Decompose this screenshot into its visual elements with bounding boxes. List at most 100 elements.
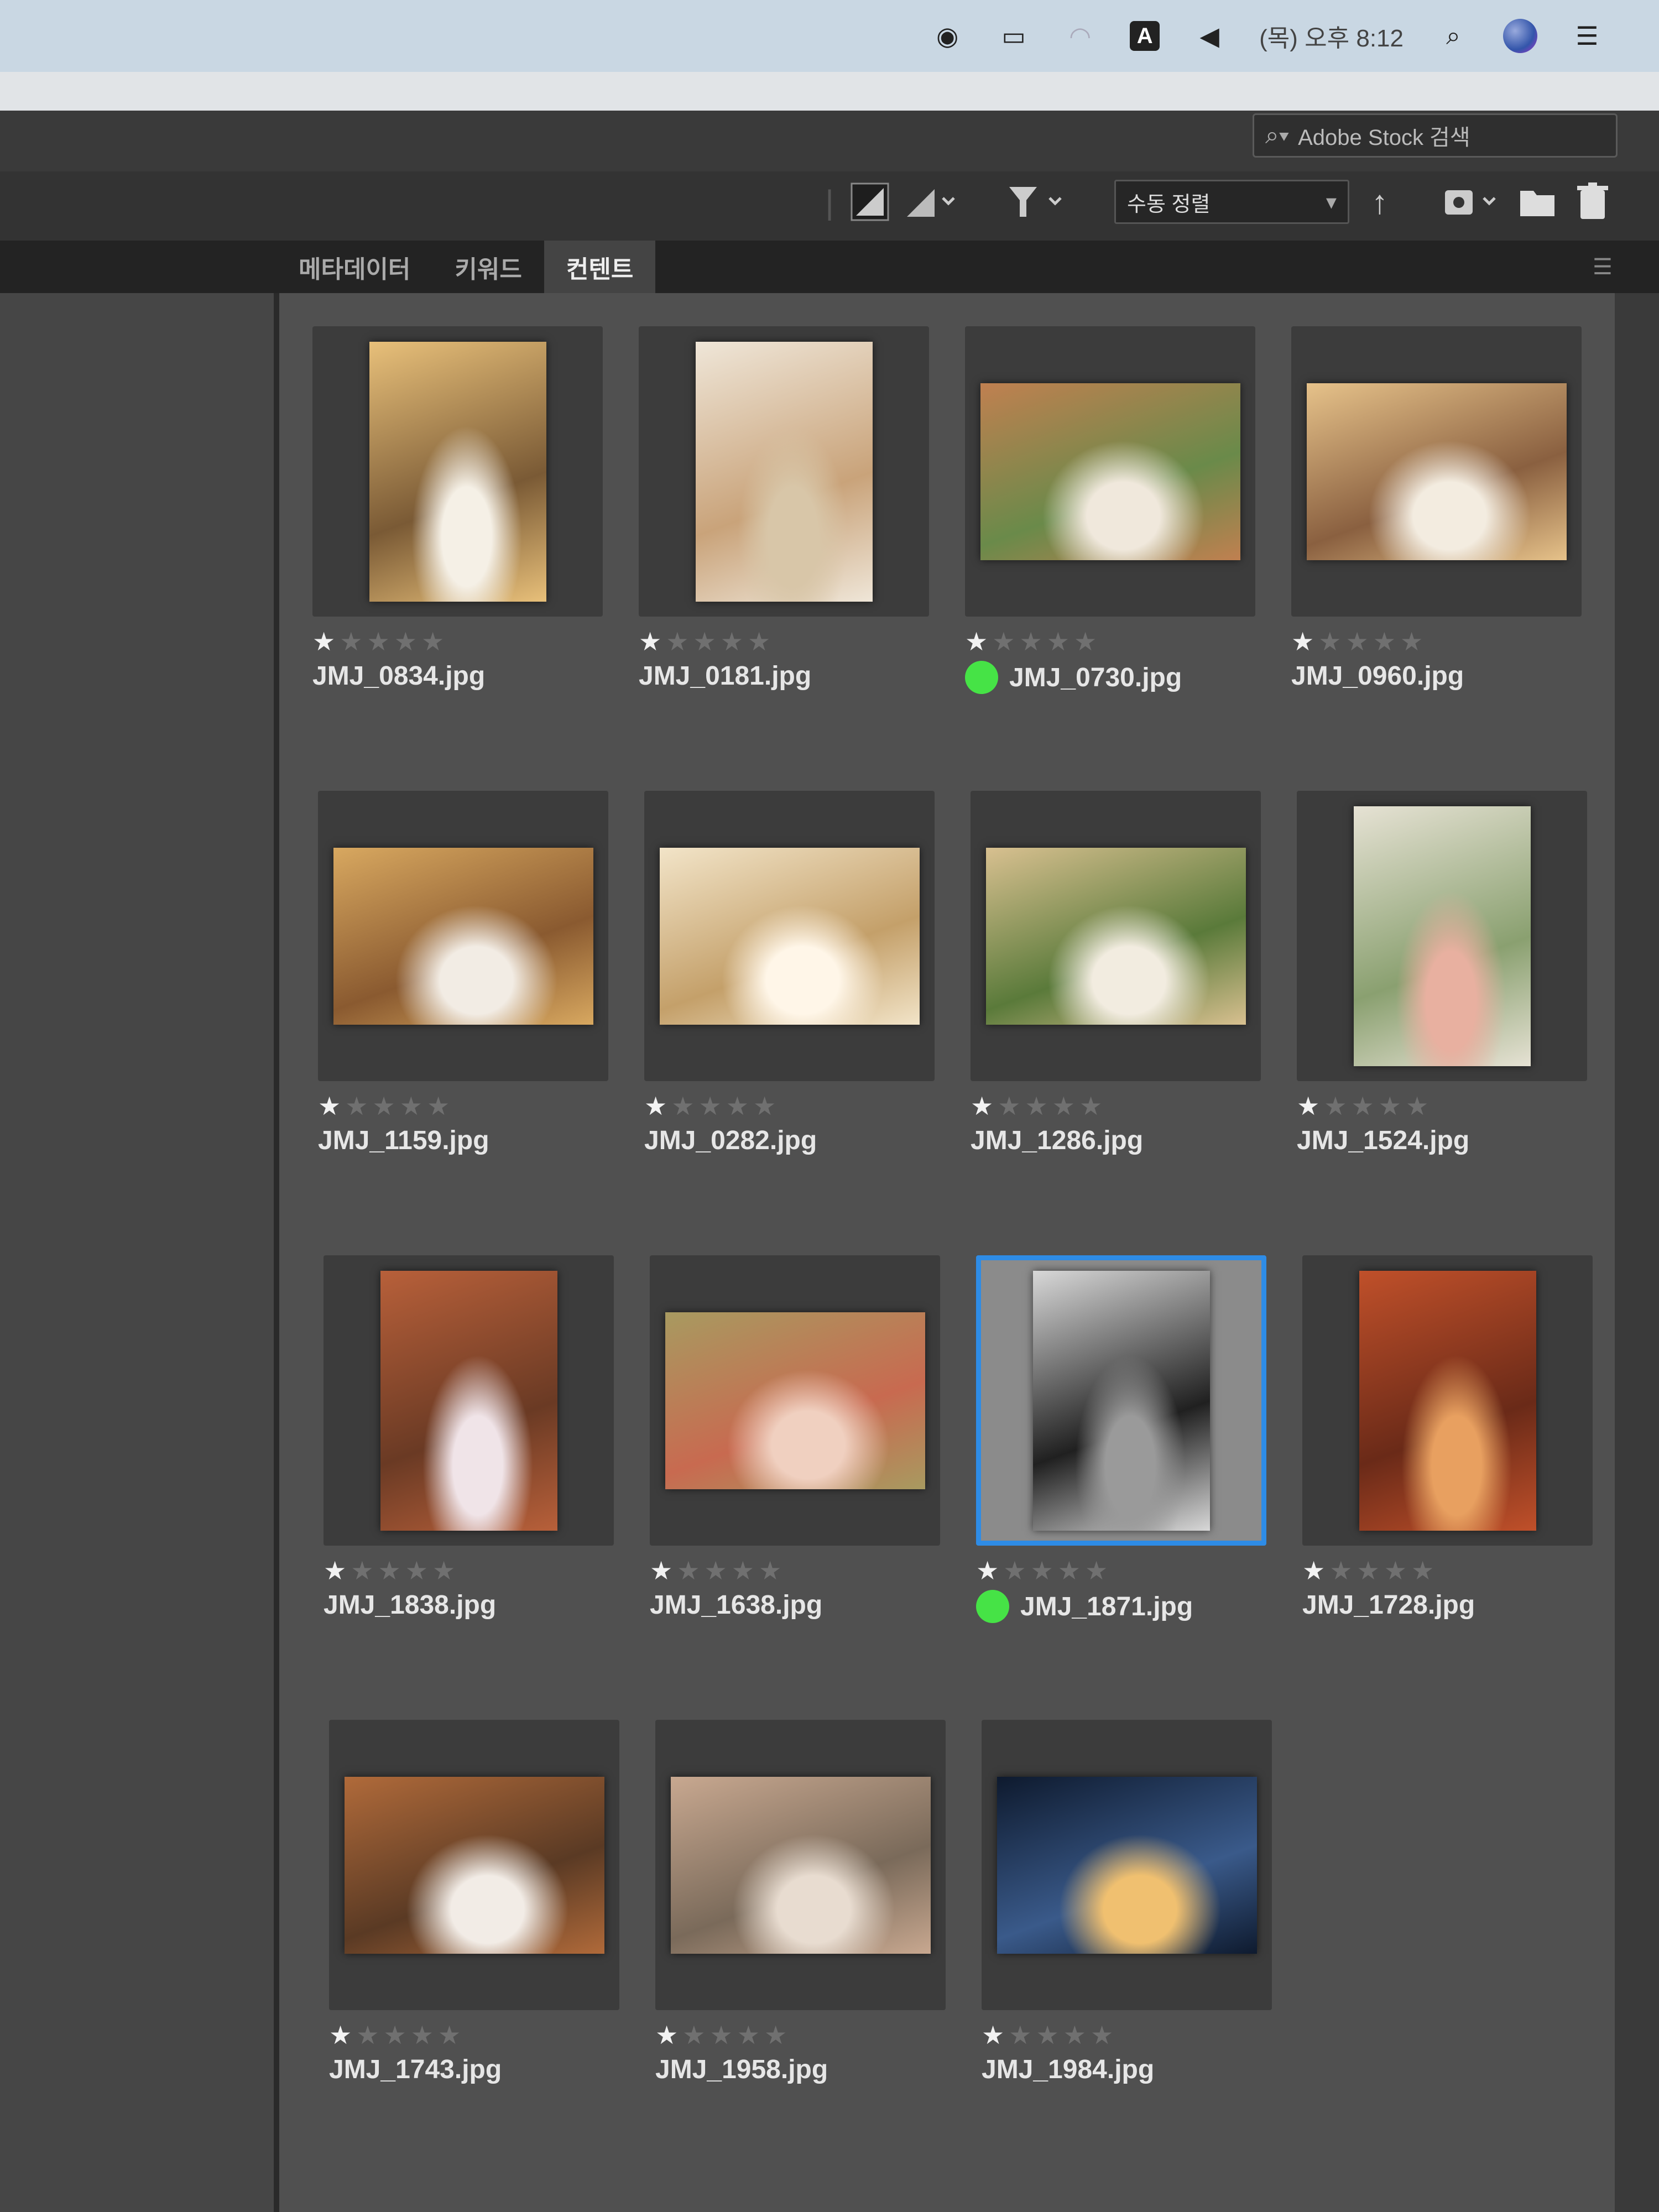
thumbnail-filename[interactable]: JMJ_1871.jpg [976,1590,1193,1623]
star-icon[interactable]: ★ [644,1092,667,1120]
thumbnail-filename[interactable]: JMJ_1728.jpg [1302,1590,1475,1620]
star-icon[interactable]: ★ [1400,628,1423,655]
star-icon[interactable]: ★ [384,2021,406,2049]
star-icon[interactable]: ★ [1074,628,1097,655]
star-icon[interactable]: ★ [721,628,743,655]
thumbnail-frame[interactable] [1302,1255,1593,1546]
star-icon[interactable]: ★ [1063,2021,1086,2049]
star-icon[interactable]: ★ [394,628,417,655]
star-icon[interactable]: ★ [1379,1092,1401,1120]
new-folder-icon[interactable] [1515,177,1559,227]
star-icon[interactable]: ★ [759,1557,781,1584]
star-icon[interactable]: ★ [748,628,770,655]
star-rating[interactable]: ★ ★ ★ ★ ★ [982,2021,1113,2049]
thumbnail-frame[interactable] [639,326,929,617]
star-icon[interactable]: ★ [1052,1092,1075,1120]
star-icon[interactable]: ★ [655,2021,678,2049]
star-icon[interactable]: ★ [351,1557,373,1584]
star-icon[interactable]: ★ [1079,1092,1102,1120]
thumbnail-filename[interactable]: JMJ_1984.jpg [982,2054,1154,2085]
thumbnail-frame[interactable] [644,791,935,1081]
star-rating[interactable]: ★ ★ ★ ★ ★ [655,2021,787,2049]
star-icon[interactable]: ★ [373,1092,395,1120]
star-icon[interactable]: ★ [710,2021,733,2049]
thumbnail-filename[interactable]: JMJ_1958.jpg [655,2054,828,2085]
spotlight-search-icon[interactable]: ⌕ [1437,21,1470,50]
thumbnail-frame[interactable] [1291,326,1582,617]
star-icon[interactable]: ★ [1047,628,1070,655]
star-rating[interactable]: ★ ★ ★ ★ ★ [1291,628,1423,655]
star-icon[interactable]: ★ [1085,1557,1108,1584]
thumbnail-filename[interactable]: JMJ_1286.jpg [971,1125,1143,1156]
star-rating[interactable]: ★ ★ ★ ★ ★ [971,1092,1102,1120]
star-icon[interactable]: ★ [726,1092,749,1120]
star-icon[interactable]: ★ [1297,1092,1319,1120]
star-icon[interactable]: ★ [705,1557,727,1584]
input-source-icon[interactable]: A [1130,21,1160,51]
star-icon[interactable]: ★ [400,1092,422,1120]
star-icon[interactable]: ★ [356,2021,379,2049]
quality-filter-icon[interactable] [846,177,893,227]
star-icon[interactable]: ★ [998,1092,1020,1120]
star-icon[interactable]: ★ [1318,628,1341,655]
star-rating[interactable]: ★ ★ ★ ★ ★ [318,1092,450,1120]
star-icon[interactable]: ★ [1384,1557,1407,1584]
star-icon[interactable]: ★ [1291,628,1314,655]
star-icon[interactable]: ★ [1003,1557,1026,1584]
tab-keywords[interactable]: 키워드 [432,241,544,293]
star-rating[interactable]: ★ ★ ★ ★ ★ [1297,1092,1428,1120]
sort-ascending-arrow-icon[interactable]: ↑ [1363,177,1396,227]
thumbnail-frame[interactable] [318,791,608,1081]
eye-icon[interactable]: ◉ [931,22,964,50]
star-icon[interactable]: ★ [965,628,988,655]
star-icon[interactable]: ★ [1373,628,1396,655]
star-icon[interactable]: ★ [671,1092,694,1120]
star-icon[interactable]: ★ [1324,1092,1347,1120]
siri-icon[interactable] [1503,19,1537,53]
star-icon[interactable]: ★ [753,1092,776,1120]
star-rating[interactable]: ★ ★ ★ ★ ★ [639,628,770,655]
thumbnail-frame[interactable] [650,1255,940,1546]
star-icon[interactable]: ★ [1091,2021,1113,2049]
star-icon[interactable]: ★ [1346,628,1369,655]
star-rating[interactable]: ★ ★ ★ ★ ★ [329,2021,461,2049]
star-icon[interactable]: ★ [737,2021,760,2049]
star-icon[interactable]: ★ [1036,2021,1059,2049]
star-icon[interactable]: ★ [1329,1557,1352,1584]
star-icon[interactable]: ★ [764,2021,787,2049]
thumbnail-frame[interactable] [971,791,1261,1081]
star-icon[interactable]: ★ [411,2021,434,2049]
star-icon[interactable]: ★ [1031,1557,1053,1584]
thumbnail-filename[interactable]: JMJ_1638.jpg [650,1590,822,1620]
thumbnail-filename[interactable]: JMJ_0960.jpg [1291,661,1464,691]
thumbnail-filename[interactable]: JMJ_1838.jpg [324,1590,496,1620]
star-icon[interactable]: ★ [666,628,688,655]
star-icon[interactable]: ★ [312,628,335,655]
filter-icon[interactable] [1004,177,1070,227]
star-rating[interactable]: ★ ★ ★ ★ ★ [965,628,1097,655]
thumbnail-filename[interactable]: JMJ_0181.jpg [639,661,811,691]
star-icon[interactable]: ★ [1025,1092,1048,1120]
thumbnail-filename[interactable]: JMJ_0730.jpg [965,661,1182,694]
wifi-icon[interactable]: ◠ [1063,22,1097,50]
star-icon[interactable]: ★ [1357,1557,1380,1584]
star-icon[interactable]: ★ [699,1092,722,1120]
star-icon[interactable]: ★ [1020,628,1042,655]
star-rating[interactable]: ★ ★ ★ ★ ★ [324,1557,455,1584]
star-rating[interactable]: ★ ★ ★ ★ ★ [1302,1557,1434,1584]
tab-content[interactable]: 컨텐트 [544,241,656,293]
thumbnail-frame[interactable] [655,1720,946,2010]
star-icon[interactable]: ★ [639,628,661,655]
tab-metadata[interactable]: 메타데이터 [276,241,432,293]
thumbnail-filename[interactable]: JMJ_1159.jpg [318,1125,489,1156]
thumbnail-filename[interactable]: JMJ_0834.jpg [312,661,485,691]
open-in-app-icon[interactable] [1438,177,1504,227]
star-icon[interactable]: ★ [1009,2021,1031,2049]
star-icon[interactable]: ★ [329,2021,352,2049]
thumbnail-frame[interactable] [329,1720,619,2010]
star-rating[interactable]: ★ ★ ★ ★ ★ [650,1557,781,1584]
star-icon[interactable]: ★ [438,2021,461,2049]
star-icon[interactable]: ★ [421,628,444,655]
content-scrollbar[interactable] [1615,293,1659,2212]
volume-icon[interactable]: ◀ [1193,22,1226,50]
